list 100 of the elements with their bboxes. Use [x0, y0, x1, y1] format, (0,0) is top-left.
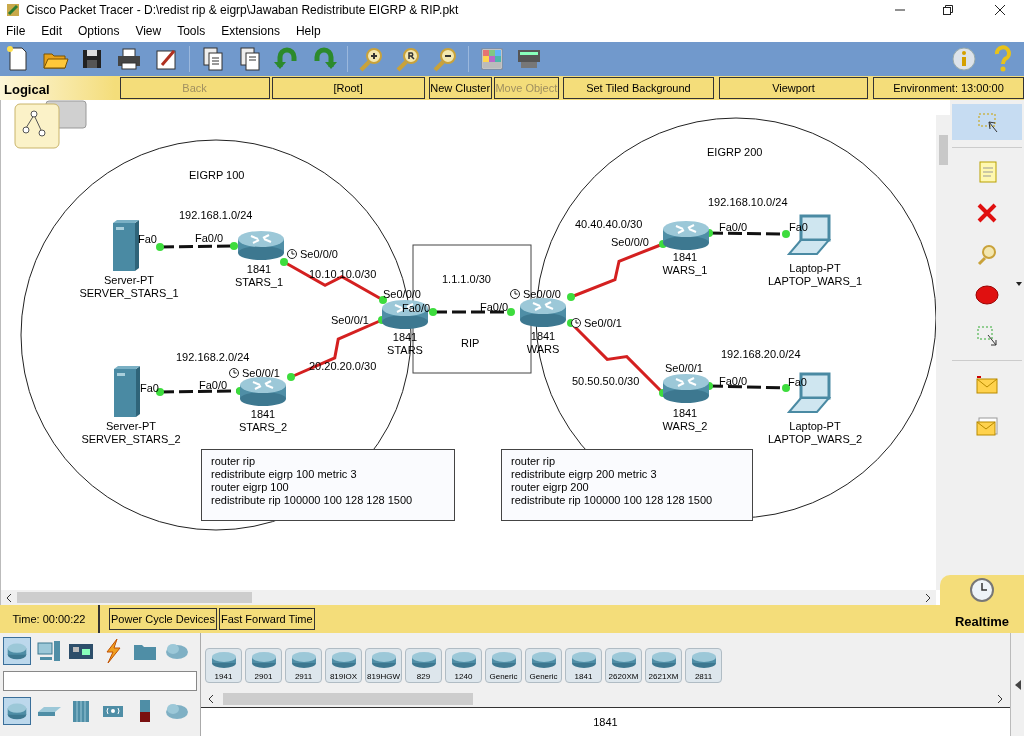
- router-icon: [569, 650, 598, 669]
- menu-item[interactable]: File: [6, 22, 26, 40]
- network-label: 192.168.2.0/24: [176, 351, 250, 364]
- laptop-icon[interactable]: [786, 214, 832, 255]
- router-icon[interactable]: [382, 300, 428, 329]
- router-icon: [529, 650, 558, 669]
- nav-button[interactable]: New Cluster: [428, 77, 492, 99]
- window-title: Cisco Packet Tracer - D:\redist rip & eigrp\Jawaban Redistribute EIGRP & RIP.pkt: [26, 2, 459, 19]
- server-icon[interactable]: [114, 366, 140, 417]
- device-name-label: STARS_2: [238, 421, 288, 434]
- menu-item[interactable]: Help: [295, 22, 321, 40]
- dropdown-arrow-icon[interactable]: [1016, 282, 1022, 286]
- serial-link[interactable]: [287, 316, 386, 381]
- router-icon: [689, 650, 718, 669]
- time-control-button[interactable]: Power Cycle Devices: [109, 608, 217, 630]
- nav-button[interactable]: [Root]: [271, 77, 425, 99]
- area-label: EIGRP 200: [707, 146, 763, 159]
- device-name-label: WARS_2: [662, 420, 708, 433]
- port-label: Fa0/0: [195, 232, 224, 245]
- device-model-tile[interactable]: 1941: [205, 647, 242, 683]
- note-line: router rip: [511, 455, 557, 468]
- port-label: Se0/0/0: [611, 236, 649, 249]
- menu-item[interactable]: Edit: [41, 22, 63, 40]
- network-label: 192.168.20.0/24: [721, 348, 801, 361]
- menu-item[interactable]: Options: [78, 22, 120, 40]
- device-model-tile[interactable]: 1240: [445, 647, 482, 683]
- area-label: RIP: [461, 337, 480, 350]
- device-model-tile[interactable]: 2911: [285, 647, 322, 683]
- network-label: 1.1.1.0/30: [442, 273, 491, 286]
- time-control-button[interactable]: Fast Forward Time: [218, 608, 315, 630]
- device-search-field[interactable]: [3, 671, 197, 691]
- menu-item[interactable]: View: [135, 22, 162, 40]
- device-model-label: Laptop-PT: [789, 262, 841, 275]
- device-name-label: SERVER_STARS_2: [81, 433, 181, 446]
- device-model-tile[interactable]: 2621XM: [645, 647, 682, 683]
- port-label: Fa0/0: [199, 379, 228, 392]
- network-label: 50.50.50.0/30: [572, 375, 640, 388]
- port-label: Se0/0/0: [300, 248, 338, 261]
- nav-button[interactable]: Set Tiled Background: [562, 77, 714, 99]
- port-label: Fa0/0: [719, 375, 748, 388]
- device-model-tile[interactable]: 819HGW: [365, 647, 402, 683]
- router-icon: [489, 650, 518, 669]
- nav-button[interactable]: Viewport: [718, 77, 868, 99]
- menu-item[interactable]: Tools: [177, 22, 206, 40]
- device-model-tile[interactable]: 2811: [685, 647, 722, 683]
- port-label: Se0/0/1: [242, 367, 280, 380]
- logical-view-tab[interactable]: [14, 100, 87, 149]
- device-model-tile[interactable]: Generic: [525, 647, 562, 683]
- device-model-label: 1841: [250, 408, 276, 421]
- port-label: Se0/0/1: [331, 314, 369, 327]
- router-icon: [649, 650, 678, 669]
- device-model-label: Server-PT: [105, 420, 157, 433]
- device-model-label: 1841: [530, 330, 556, 343]
- port-label: Fa0: [140, 382, 159, 395]
- ethernet-link[interactable]: [156, 242, 238, 251]
- device-model-label: 1841: [246, 263, 272, 276]
- network-label: 192.168.10.0/24: [708, 196, 788, 209]
- zoom-in-icon[interactable]: [357, 45, 385, 73]
- restore-icon[interactable]: [942, 4, 954, 16]
- device-name-label: STARS_1: [234, 276, 284, 289]
- port-label: Se0/0/0: [523, 288, 561, 301]
- clock-icon: [969, 577, 995, 603]
- note-line: redistribute eigrp 200 metric 3: [511, 468, 658, 481]
- port-label: Fa0/0: [402, 302, 431, 315]
- port-label: Se0/0/1: [665, 362, 703, 375]
- device-model-tile[interactable]: 2620XM: [605, 647, 642, 683]
- menu-item[interactable]: Extensions: [221, 22, 280, 40]
- device-model-tile[interactable]: 829: [405, 647, 442, 683]
- zoom-reset-icon[interactable]: [394, 45, 422, 73]
- port-label: Fa0/0: [480, 301, 509, 314]
- laptop-icon[interactable]: [786, 372, 832, 413]
- note-line: redistribute eigrp 100 metric 3: [211, 468, 358, 481]
- print-icon[interactable]: [115, 45, 143, 73]
- note-line: router rip: [211, 455, 257, 468]
- device-name-label: WARS_1: [662, 264, 708, 277]
- router-icon: [369, 650, 398, 669]
- nav-button[interactable]: Environment: 13:00:00: [872, 77, 1024, 99]
- close-icon[interactable]: [994, 4, 1006, 16]
- device-model-label: 1841: [672, 407, 698, 420]
- device-name-label: WARS: [526, 343, 560, 356]
- server-icon[interactable]: [113, 220, 139, 271]
- router-icon: [289, 650, 318, 669]
- device-model-tile[interactable]: 819IOX: [325, 647, 362, 683]
- device-model-tile[interactable]: 2901: [245, 647, 282, 683]
- device-model-tile[interactable]: Generic: [485, 647, 522, 683]
- device-model-tile[interactable]: 1841: [565, 647, 602, 683]
- router-icon: [329, 650, 358, 669]
- router-icon: [409, 650, 438, 669]
- device-model-label: Server-PT: [103, 274, 155, 287]
- color-palette-icon[interactable]: [478, 45, 506, 73]
- network-label: 40.40.40.0/30: [575, 218, 643, 231]
- note-line: redistribute rip 100000 100 128 128 1500: [211, 494, 414, 507]
- port-label: Se0/0/1: [584, 317, 622, 330]
- note-line: redistribute rip 100000 100 128 128 1500: [511, 494, 714, 507]
- router-icon: [249, 650, 278, 669]
- horizontal-scrollbar[interactable]: [1, 590, 936, 605]
- collapse-arrow-icon[interactable]: [1013, 678, 1022, 691]
- network-label: 10.10.10.0/30: [309, 268, 377, 281]
- port-label: Fa0: [138, 233, 157, 246]
- device-model-label: 1841: [392, 331, 418, 344]
